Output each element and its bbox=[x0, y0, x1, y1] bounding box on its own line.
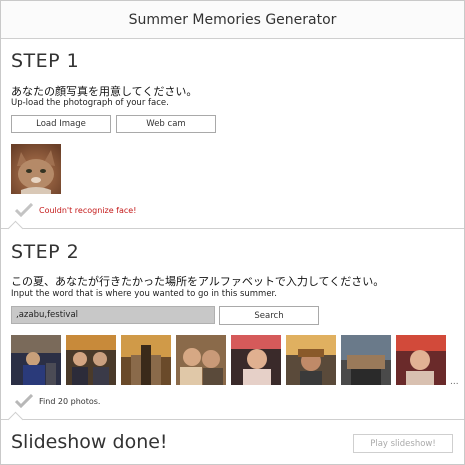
section-notch bbox=[7, 220, 24, 237]
search-button[interactable]: Search bbox=[219, 306, 319, 325]
webcam-button[interactable]: Web cam bbox=[116, 115, 216, 133]
check-icon bbox=[15, 203, 33, 217]
face-photo-thumbnail bbox=[11, 144, 61, 194]
play-slideshow-button[interactable]: Play slideshow! bbox=[353, 434, 453, 453]
step2-instruction-jp: この夏、あなたが行きたかった場所をアルファベットで入力してください。 bbox=[11, 275, 385, 288]
photo-thumbnail[interactable] bbox=[341, 335, 391, 385]
section-notch bbox=[7, 411, 24, 428]
photo-thumbnail[interactable] bbox=[66, 335, 116, 385]
search-input[interactable] bbox=[11, 306, 215, 324]
step1-status-text: Couldn't recognize face! bbox=[39, 205, 137, 215]
photo-results bbox=[11, 335, 446, 385]
load-image-button[interactable]: Load Image bbox=[11, 115, 111, 133]
photo-thumbnail[interactable] bbox=[396, 335, 446, 385]
app-window: Summer Memories Generator STEP 1 あなたの顔写真… bbox=[0, 0, 465, 465]
divider bbox=[1, 419, 464, 420]
photo-thumbnail[interactable] bbox=[286, 335, 336, 385]
check-icon bbox=[15, 394, 33, 408]
photo-thumbnail[interactable] bbox=[11, 335, 61, 385]
step1-instruction-jp: あなたの顔写真を用意してください。 bbox=[11, 85, 198, 98]
app-title-bar: Summer Memories Generator bbox=[1, 1, 464, 39]
photo-thumbnail[interactable] bbox=[231, 335, 281, 385]
step2-status: Find 20 photos. bbox=[15, 394, 100, 408]
photo-thumbnail[interactable] bbox=[176, 335, 226, 385]
divider bbox=[1, 228, 464, 229]
more-results-indicator: ... bbox=[450, 377, 459, 387]
slideshow-status-title: Slideshow done! bbox=[11, 431, 168, 453]
step1-instruction-en: Up-load the photograph of your face. bbox=[11, 98, 169, 108]
step2-status-text: Find 20 photos. bbox=[39, 396, 101, 406]
photo-thumbnail[interactable] bbox=[121, 335, 171, 385]
app-title: Summer Memories Generator bbox=[128, 11, 337, 28]
step2-title: STEP 2 bbox=[11, 241, 80, 263]
step2-instruction-en: Input the word that is where you wanted … bbox=[11, 289, 277, 299]
step1-status: Couldn't recognize face! bbox=[15, 203, 136, 217]
step1-title: STEP 1 bbox=[11, 50, 80, 72]
